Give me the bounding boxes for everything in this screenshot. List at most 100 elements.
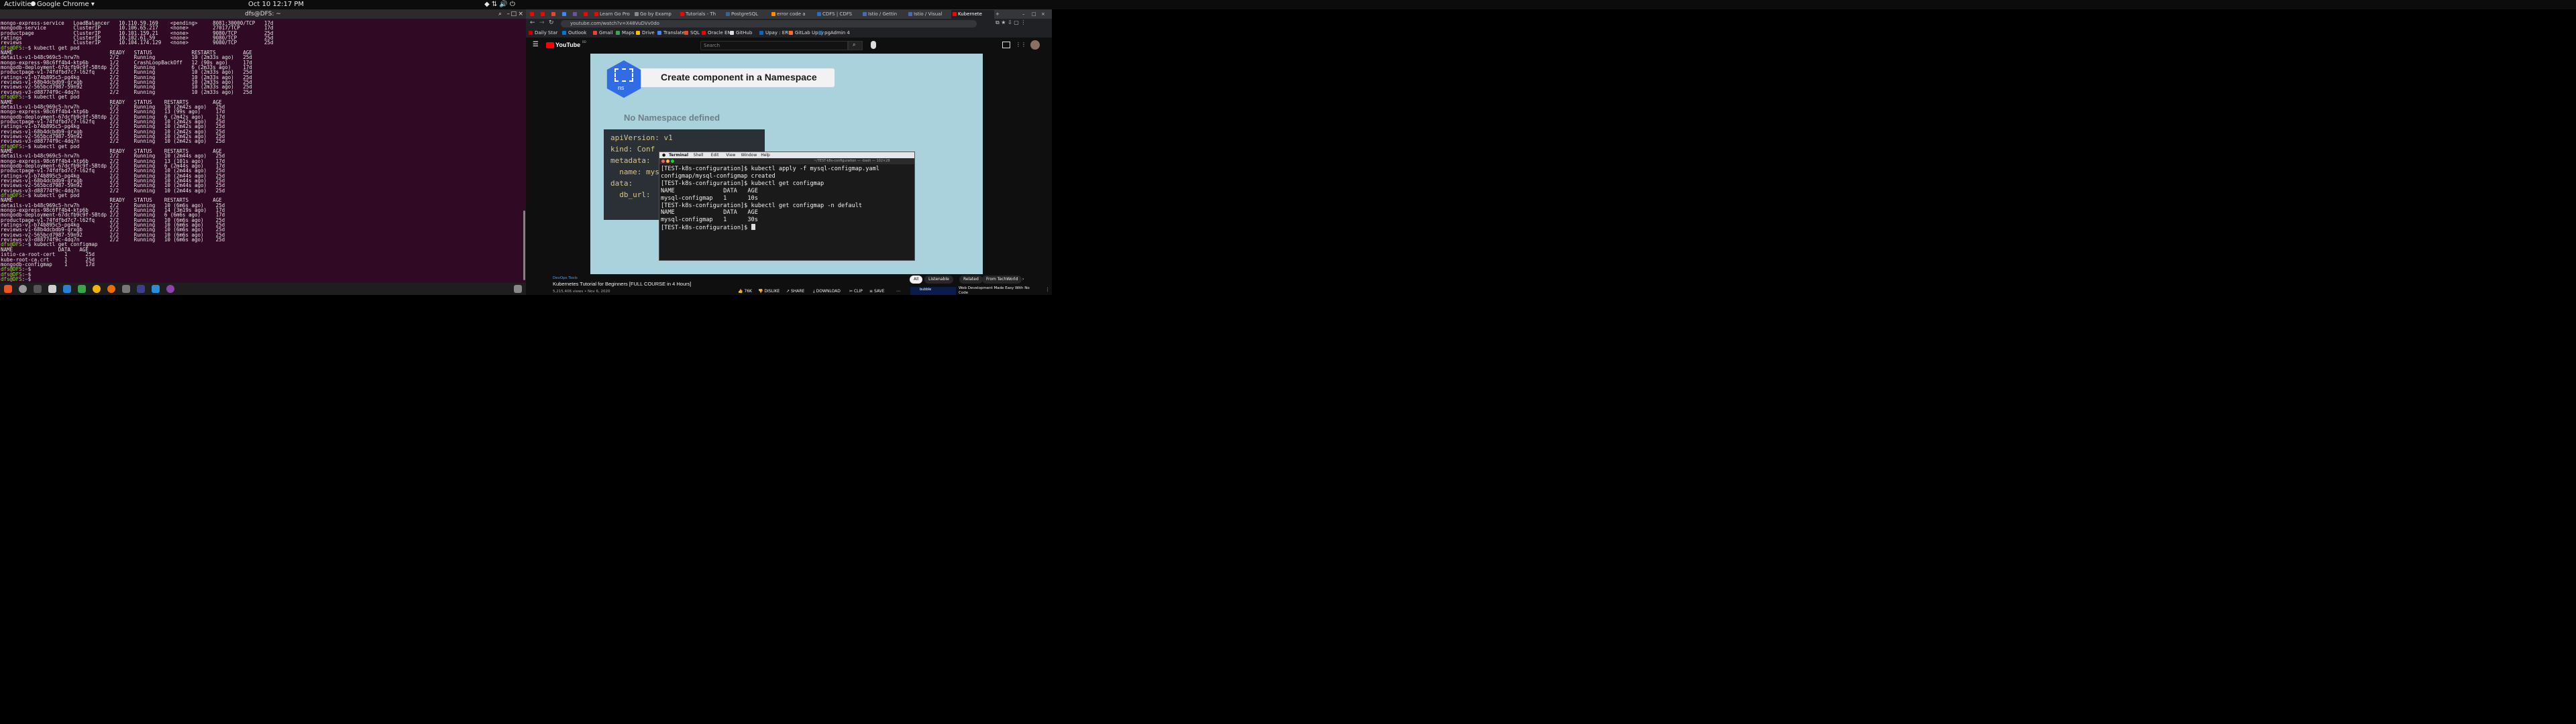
bookmark-item[interactable]: Gmail [593,29,612,36]
bookmark-item[interactable]: Translate [657,29,685,36]
forward-icon[interactable]: → [539,19,545,26]
address-bar[interactable]: youtube.com/watch?v=X48VuDVv0do [561,20,977,27]
search-input[interactable]: Search [700,41,848,50]
share-button[interactable]: ↗ SHARE [786,289,804,294]
search-icon[interactable]: ⌕ [498,9,502,19]
clock[interactable]: Oct 10 12:17 PM [248,1,304,9]
activities-button[interactable]: Activities [4,1,35,9]
show-apps-icon[interactable] [514,285,522,293]
browser-tab[interactable] [550,10,559,19]
close-icon[interactable]: × [1041,10,1045,19]
bookmark-item[interactable]: Oracle EM [702,29,731,36]
rec-thumbnail[interactable]: bubble [910,287,956,295]
chevron-right-icon[interactable]: › [1018,276,1028,284]
chrome-icon[interactable] [93,285,101,293]
back-icon[interactable]: ← [530,19,535,26]
clip-button[interactable]: ✂ CLIP [849,289,863,294]
system-tray[interactable]: ◆ ⇅ 🔊 ⏻ [484,1,515,9]
terminal-window[interactable]: dfs@DFS: ~ ⌕ – □ × mongo-express-service… [0,9,526,283]
terminal-output[interactable]: mongo-express-service LoadBalancer 10.11… [0,21,526,282]
terminal-scrollbar[interactable] [523,210,525,280]
settings-icon[interactable] [19,285,27,293]
bookmark-item[interactable]: SQL [684,29,700,36]
rec-more-icon[interactable]: ⋮ [1045,287,1050,292]
rec-title[interactable]: Web Development Made Easy With No Code [959,286,1032,296]
new-tab-button[interactable]: + [996,10,1000,19]
browser-tab[interactable]: Learn Go Pro [593,10,636,19]
bookmark-item[interactable]: GitHub [730,29,752,36]
browser-tab[interactable] [561,10,570,19]
postman-icon[interactable] [107,285,115,293]
bookmark-favicon-icon [593,31,597,35]
filter-chip[interactable]: Related [959,276,983,284]
create-icon[interactable] [1002,42,1010,48]
terminal-titlebar[interactable]: dfs@DFS: ~ ⌕ – □ × [0,9,526,19]
youtube-logo[interactable]: YouTube [555,42,580,48]
browser-tab[interactable]: Kubernete [951,10,994,19]
dislike-button[interactable]: 👎 DISLIKE [758,289,780,294]
minimize-icon[interactable]: – [507,9,511,19]
bookmark-item[interactable]: Outlook [562,29,586,36]
more-actions-icon[interactable]: ⋯ [896,289,900,294]
writer-icon[interactable] [63,285,71,293]
screenshot-icon[interactable] [122,285,130,293]
search-icon: ⌕ [853,42,856,48]
browser-tab[interactable]: PostgreSQL [724,10,767,19]
bookmark-item[interactable]: pgAdmin 4 [818,29,850,36]
db-tool-icon[interactable] [137,285,145,293]
browser-tab[interactable] [572,10,581,19]
maximize-icon[interactable]: □ [1032,10,1036,19]
files-icon[interactable] [48,285,56,293]
search-button[interactable]: ⌕ [848,41,863,50]
browser-tab[interactable]: CDFS | CDFS [816,10,859,19]
url-text: youtube.com/watch?v=X48VuDVv0do [570,21,659,26]
avatar[interactable] [1030,40,1040,50]
terminal-icon[interactable] [34,285,42,293]
apps-icon[interactable]: ⋮⋮ [1016,42,1026,48]
bookmark-item[interactable]: Daily Star [529,29,557,36]
terminal-line: dfs@DFS:~$ [1,271,32,278]
video-player[interactable]: Create component in a Namespace ns No Na… [590,54,983,274]
maximize-icon[interactable]: □ [511,9,517,19]
browser-tab[interactable] [529,10,538,19]
browser-tab[interactable]: error code a [770,10,813,19]
tab-favicon-icon [551,12,555,16]
browser-tab[interactable] [539,10,549,19]
download-label: DOWNLOAD [816,289,841,294]
browser-tab[interactable]: Tutorials - Th [679,10,722,19]
bookmark-favicon-icon [616,31,620,35]
tab-favicon-icon [771,12,775,16]
chrome-window[interactable]: Learn Go Pro Go by Examp Tutorials - Th Pos… [526,9,1052,295]
bookmark-item[interactable]: Upay : ERP [759,29,791,36]
youtube-logo-icon[interactable] [546,42,554,48]
download-button[interactable]: ⤓ DOWNLOAD [813,289,841,294]
filter-chip[interactable]: Listenable [924,276,953,284]
tab-favicon-icon [530,12,534,16]
filter-chip[interactable]: All [910,276,923,284]
minimize-icon[interactable]: – [1022,10,1025,19]
bookmark-item[interactable]: Maps [616,29,634,36]
calc-icon[interactable] [78,285,86,293]
save-button[interactable]: ≡ SAVE [869,289,885,294]
mic-icon[interactable] [871,41,876,49]
menu-icon[interactable]: ☰ [533,41,539,48]
close-icon[interactable]: × [518,9,523,19]
yaml-line: name: mys [610,168,659,176]
browser-tab[interactable]: Go by Examp [633,10,676,19]
app-menu[interactable]: Google Chrome ▾ [31,1,95,9]
browser-tab[interactable] [582,10,592,19]
ubuntu-icon[interactable] [4,285,12,293]
mac-menu-item: View [726,153,736,158]
channel-link[interactable]: DevOps Tools [553,276,578,280]
browser-tab[interactable]: Istio / Gettin [861,10,904,19]
like-button[interactable]: 👍 76K [738,289,752,294]
extensions-icon[interactable]: ⧉ ★ ⇩ ▢ ⋮ [996,19,1026,26]
tab-favicon-icon [680,12,684,16]
bookmark-item[interactable]: Drive [636,29,655,36]
vscode-icon[interactable] [152,285,160,293]
chrome-app-icon [31,1,36,6]
filter-chip[interactable]: From TechWorld [982,276,1022,284]
browser-tab[interactable]: Istio / Visual [907,10,950,19]
app-icon[interactable] [166,285,174,293]
reload-icon[interactable]: ↻ [549,19,554,26]
